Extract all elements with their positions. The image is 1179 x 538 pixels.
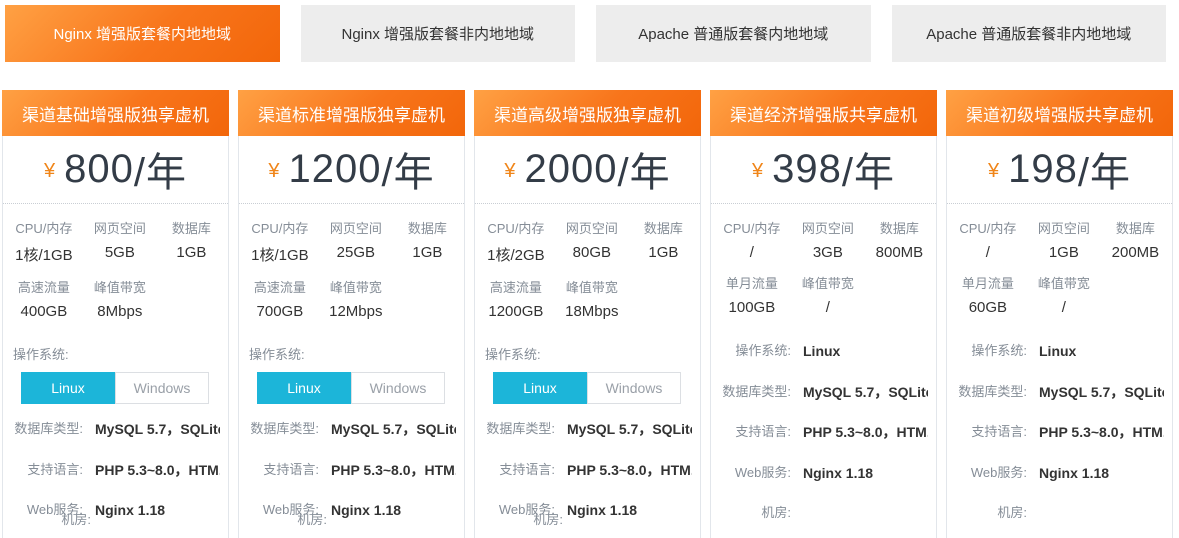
price-amount: 800 — [64, 147, 134, 192]
row-languages: 支持语言:PHP 5.3~8.0，HTM... — [955, 423, 1164, 443]
spec-storage: 网页空间25GB — [317, 218, 395, 265]
row-web-server: Web服务:Nginx 1.18 — [955, 464, 1164, 484]
plan-card-economy: 渠道经济增强版共享虚机 ¥ 398 /年 CPU/内存/ 网页空间3GB 数据库… — [710, 90, 937, 538]
row-datacenter: 机房: — [955, 504, 1164, 522]
os-option-linux[interactable]: Linux — [257, 372, 351, 404]
row-db-type: 数据库类型:MySQL 5.7，SQLite — [11, 420, 220, 440]
price-unit: /年 — [842, 140, 895, 198]
spec-traffic: 高速流量700GB — [243, 277, 317, 320]
plan-details: 操作系统:Linux 数据库类型:MySQL 5.7，SQLite 支持语言:P… — [947, 342, 1172, 523]
plan-title: 渠道高级增强版独享虚机 — [474, 90, 701, 136]
plan-title: 渠道经济增强版共享虚机 — [710, 90, 937, 136]
currency-symbol: ¥ — [268, 156, 279, 183]
price-amount: 1200 — [289, 147, 382, 192]
spec-grid: CPU/内存1核/1GB 网页空间25GB 数据库1GB 高速流量700GB 峰… — [239, 204, 464, 334]
row-os: 操作系统:Linux — [955, 342, 1164, 362]
row-db-type: 数据库类型:MySQL 5.7，SQLite — [483, 420, 692, 440]
plan-price: ¥ 1200 /年 — [239, 135, 464, 203]
spec-grid: CPU/内存/ 网页空间1GB 数据库200MB 单月流量60GB 峰值带宽/ — [947, 204, 1172, 330]
spec-storage: 网页空间5GB — [81, 218, 159, 265]
spec-cpu: CPU/内存1核/1GB — [243, 218, 317, 265]
plan-card-standard: 渠道标准增强版独享虚机 ¥ 1200 /年 CPU/内存1核/1GB 网页空间2… — [238, 90, 465, 538]
spec-grid: CPU/内存1核/1GB 网页空间5GB 数据库1GB 高速流量400GB 峰值… — [3, 204, 228, 334]
row-languages: 支持语言:PHP 5.3~8.0，HTM... — [11, 461, 220, 481]
price-amount: 2000 — [525, 147, 618, 192]
spec-database: 数据库200MB — [1103, 218, 1168, 261]
spec-bandwidth: 峰值带宽/ — [789, 273, 867, 316]
tab-nginx-enhanced-nonmainland[interactable]: Nginx 增强版套餐非内地地域 — [301, 5, 576, 62]
spec-grid: CPU/内存1核/2GB 网页空间80GB 数据库1GB 高速流量1200GB … — [475, 204, 700, 334]
spec-traffic: 单月流量100GB — [715, 273, 789, 316]
plan-details: 操作系统: Linux Windows 数据库类型:MySQL 5.7，SQLi… — [475, 344, 700, 529]
spec-traffic: 高速流量1200GB — [479, 277, 553, 320]
os-option-linux[interactable]: Linux — [493, 372, 587, 404]
tab-apache-basic-mainland[interactable]: Apache 普通版套餐内地地域 — [596, 5, 871, 62]
os-toggle: Linux Windows — [21, 372, 220, 404]
plan-title: 渠道基础增强版独享虚机 — [2, 90, 229, 136]
price-amount: 198 — [1008, 147, 1078, 192]
os-option-windows[interactable]: Windows — [351, 372, 445, 404]
plan-price: ¥ 2000 /年 — [475, 135, 700, 203]
os-label: 操作系统: — [485, 344, 692, 363]
tab-nginx-enhanced-mainland[interactable]: Nginx 增强版套餐内地地域 — [5, 5, 280, 62]
os-option-linux[interactable]: Linux — [21, 372, 115, 404]
currency-symbol: ¥ — [504, 156, 515, 183]
plan-details: 操作系统:Linux 数据库类型:MySQL 5.7，SQLite 支持语言:P… — [711, 342, 936, 523]
row-languages: 支持语言:PHP 5.3~8.0，HTM... — [483, 461, 692, 481]
plan-card-starter: 渠道初级增强版共享虚机 ¥ 198 /年 CPU/内存/ 网页空间1GB 数据库… — [946, 90, 1173, 538]
spec-bandwidth: 峰值带宽18Mbps — [553, 277, 631, 320]
price-unit: /年 — [1078, 140, 1131, 198]
spec-cpu: CPU/内存/ — [951, 218, 1025, 261]
row-db-type: 数据库类型:MySQL 5.7，SQLite — [955, 383, 1164, 403]
spec-bandwidth: 峰值带宽8Mbps — [81, 277, 159, 320]
spec-traffic: 单月流量60GB — [951, 273, 1025, 316]
spec-grid: CPU/内存/ 网页空间3GB 数据库800MB 单月流量100GB 峰值带宽/ — [711, 204, 936, 330]
row-languages: 支持语言:PHP 5.3~8.0，HTM... — [719, 423, 928, 443]
spec-bandwidth: 峰值带宽12Mbps — [317, 277, 395, 320]
plan-details: 操作系统: Linux Windows 数据库类型:MySQL 5.7，SQLi… — [3, 344, 228, 529]
currency-symbol: ¥ — [752, 156, 763, 183]
row-languages: 支持语言:PHP 5.3~8.0，HTM... — [247, 461, 456, 481]
plan-card-basic: 渠道基础增强版独享虚机 ¥ 800 /年 CPU/内存1核/1GB 网页空间5G… — [2, 90, 229, 538]
plan-details: 操作系统: Linux Windows 数据库类型:MySQL 5.7，SQLi… — [239, 344, 464, 529]
plan-price: ¥ 800 /年 — [3, 135, 228, 203]
spec-cpu: CPU/内存1核/1GB — [7, 218, 81, 265]
spec-cpu: CPU/内存/ — [715, 218, 789, 261]
spec-cpu: CPU/内存1核/2GB — [479, 218, 553, 265]
package-tabs: Nginx 增强版套餐内地地域 Nginx 增强版套餐非内地地域 Apache … — [0, 0, 1179, 62]
plan-title: 渠道标准增强版独享虚机 — [238, 90, 465, 136]
tab-apache-basic-nonmainland[interactable]: Apache 普通版套餐非内地地域 — [892, 5, 1167, 62]
spec-database: 数据库1GB — [395, 218, 460, 265]
os-option-windows[interactable]: Windows — [587, 372, 681, 404]
os-toggle: Linux Windows — [257, 372, 456, 404]
spec-storage: 网页空间1GB — [1025, 218, 1103, 261]
spec-storage: 网页空间80GB — [553, 218, 631, 265]
spec-database: 数据库1GB — [631, 218, 696, 265]
row-datacenter: 机房: — [719, 504, 928, 522]
price-unit: /年 — [381, 140, 434, 198]
os-label: 操作系统: — [249, 344, 456, 363]
plan-price: ¥ 398 /年 — [711, 135, 936, 203]
row-db-type: 数据库类型:MySQL 5.7，SQLite — [247, 420, 456, 440]
spec-database: 数据库800MB — [867, 218, 932, 261]
spec-database: 数据库1GB — [159, 218, 224, 265]
price-unit: /年 — [134, 140, 187, 198]
row-db-type: 数据库类型:MySQL 5.7，SQLite — [719, 383, 928, 403]
plan-price: ¥ 198 /年 — [947, 135, 1172, 203]
currency-symbol: ¥ — [988, 156, 999, 183]
row-os: 操作系统:Linux — [719, 342, 928, 362]
row-web-server: Web服务:Nginx 1.18 — [719, 464, 928, 484]
os-option-windows[interactable]: Windows — [115, 372, 209, 404]
currency-symbol: ¥ — [44, 156, 55, 183]
os-toggle: Linux Windows — [493, 372, 692, 404]
price-unit: /年 — [617, 140, 670, 198]
plan-title: 渠道初级增强版共享虚机 — [946, 90, 1173, 136]
spec-bandwidth: 峰值带宽/ — [1025, 273, 1103, 316]
price-amount: 398 — [772, 147, 842, 192]
spec-traffic: 高速流量400GB — [7, 277, 81, 320]
os-label: 操作系统: — [13, 344, 220, 363]
plan-cards: 渠道基础增强版独享虚机 ¥ 800 /年 CPU/内存1核/1GB 网页空间5G… — [0, 90, 1179, 538]
plan-card-advanced: 渠道高级增强版独享虚机 ¥ 2000 /年 CPU/内存1核/2GB 网页空间8… — [474, 90, 701, 538]
spec-storage: 网页空间3GB — [789, 218, 867, 261]
